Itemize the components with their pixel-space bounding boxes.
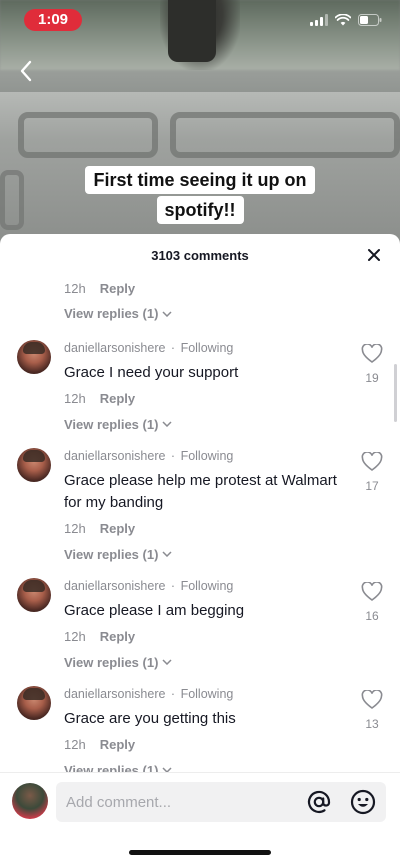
comment-body: daniellarsonishere · Following Grace I n…	[64, 340, 344, 432]
comment-age: 12h	[64, 628, 86, 644]
comment-user-line: daniellarsonishere · Following	[64, 578, 344, 594]
comment-age: 12h	[64, 520, 86, 536]
reply-button[interactable]: Reply	[100, 629, 135, 644]
comment-age: 12h	[64, 736, 86, 752]
comment-user-line: daniellarsonishere · Following	[64, 448, 344, 464]
my-avatar[interactable]	[12, 783, 48, 819]
avatar[interactable]	[17, 448, 51, 482]
smiley-icon	[350, 789, 376, 815]
heart-outline-icon	[361, 343, 383, 363]
mention-button[interactable]	[306, 789, 332, 815]
status-icons	[310, 12, 382, 28]
battery-icon	[358, 14, 382, 26]
view-replies-button[interactable]: View replies (1)	[64, 654, 344, 670]
wifi-icon	[335, 14, 351, 26]
view-replies-label: View replies (1)	[64, 546, 159, 562]
view-replies-label: View replies (1)	[64, 762, 159, 773]
chevron-left-icon	[20, 60, 32, 82]
comment-text: Grace please help me protest at Walmart …	[64, 472, 337, 511]
comment-meta: 12h Reply	[64, 628, 344, 644]
comment-text: Grace please I am begging	[64, 602, 245, 619]
comment-user-line: daniellarsonishere · Following	[64, 686, 344, 702]
avatar[interactable]	[17, 686, 51, 720]
add-comment-input[interactable]: Add comment...	[56, 782, 386, 822]
reply-button[interactable]: Reply	[100, 521, 135, 536]
video-dash-vent-left	[18, 112, 158, 158]
avatar[interactable]	[17, 340, 51, 374]
comments-list[interactable]: 12h Reply View replies (1) daniellarsoni…	[0, 276, 400, 772]
like-button[interactable]: 19	[360, 343, 384, 385]
status-time: 1:09	[24, 9, 82, 31]
follow-status: Following	[180, 341, 234, 355]
like-button[interactable]: 17	[360, 451, 384, 493]
reply-button[interactable]: Reply	[100, 737, 135, 752]
view-replies-button[interactable]: View replies (1)	[64, 546, 344, 562]
chevron-down-icon	[162, 659, 172, 665]
avatar[interactable]	[17, 578, 51, 612]
like-count: 17	[365, 479, 379, 493]
comments-count: 3103 comments	[151, 247, 249, 263]
add-comment-placeholder: Add comment...	[66, 793, 172, 811]
cellular-signal-icon	[310, 14, 328, 26]
at-sign-icon	[307, 790, 331, 814]
separator-dot: ·	[167, 341, 179, 355]
caption-line-2: spotify!!	[156, 196, 244, 224]
separator-dot: ·	[167, 687, 179, 701]
like-button[interactable]: 16	[360, 581, 384, 623]
separator-dot: ·	[167, 449, 179, 463]
emoji-button[interactable]	[350, 789, 376, 815]
heart-outline-icon	[361, 451, 383, 471]
view-replies-label: View replies (1)	[64, 306, 159, 321]
like-button[interactable]: 13	[360, 689, 384, 731]
comment-text: Grace I need your support	[64, 364, 239, 381]
comment-body: daniellarsonishere · Following Grace are…	[64, 686, 344, 772]
heart-outline-icon	[361, 581, 383, 601]
home-indicator[interactable]	[129, 850, 271, 855]
like-count: 16	[365, 609, 379, 623]
close-icon	[368, 249, 380, 261]
view-replies-button[interactable]: View replies (1)	[64, 762, 344, 772]
view-replies-button[interactable]: View replies (1)	[64, 416, 344, 432]
comment-age: 12h	[64, 281, 86, 296]
view-replies-label: View replies (1)	[64, 416, 159, 432]
comment-body: daniellarsonishere · Following Grace ple…	[64, 578, 344, 670]
separator-dot: ·	[167, 579, 179, 593]
chevron-down-icon	[162, 551, 172, 557]
comment-username[interactable]: daniellarsonishere	[64, 687, 165, 701]
comment-age: 12h	[64, 390, 86, 406]
follow-status: Following	[180, 687, 234, 701]
like-count: 13	[365, 717, 379, 731]
comments-sheet: 3103 comments 12h Reply View replies (1)…	[0, 234, 400, 864]
follow-status: Following	[180, 579, 234, 593]
reply-button[interactable]: Reply	[100, 391, 135, 406]
view-replies-button[interactable]: View replies (1)	[64, 306, 172, 321]
follow-status: Following	[180, 449, 234, 463]
comment-meta: 12h Reply	[64, 281, 135, 296]
video-caption: First time seeing it up on spotify!!	[0, 166, 400, 224]
comment-meta: 12h Reply	[64, 390, 344, 406]
reply-button[interactable]: Reply	[100, 281, 135, 296]
back-button[interactable]	[14, 57, 38, 85]
scrollbar[interactable]	[394, 364, 397, 422]
comment-meta: 12h Reply	[64, 520, 344, 536]
comment-text: Grace are you getting this	[64, 710, 236, 727]
comment-user-line: daniellarsonishere · Following	[64, 340, 344, 356]
comment-meta: 12h Reply	[64, 736, 344, 752]
comments-header: 3103 comments	[0, 234, 400, 276]
video-rearview-mirror	[168, 0, 216, 62]
view-replies-label: View replies (1)	[64, 654, 159, 670]
like-count: 19	[365, 371, 379, 385]
comment-composer: Add comment...	[0, 772, 400, 828]
caption-line-1: First time seeing it up on	[85, 166, 315, 194]
video-dash-vent-right	[170, 112, 400, 158]
chevron-down-icon	[162, 421, 172, 427]
comment-body: daniellarsonishere · Following Grace ple…	[64, 448, 344, 562]
heart-outline-icon	[361, 689, 383, 709]
comment-username[interactable]: daniellarsonishere	[64, 341, 165, 355]
chevron-down-icon	[162, 310, 172, 317]
close-comments-button[interactable]	[364, 245, 384, 265]
comment-username[interactable]: daniellarsonishere	[64, 579, 165, 593]
comment-username[interactable]: daniellarsonishere	[64, 449, 165, 463]
